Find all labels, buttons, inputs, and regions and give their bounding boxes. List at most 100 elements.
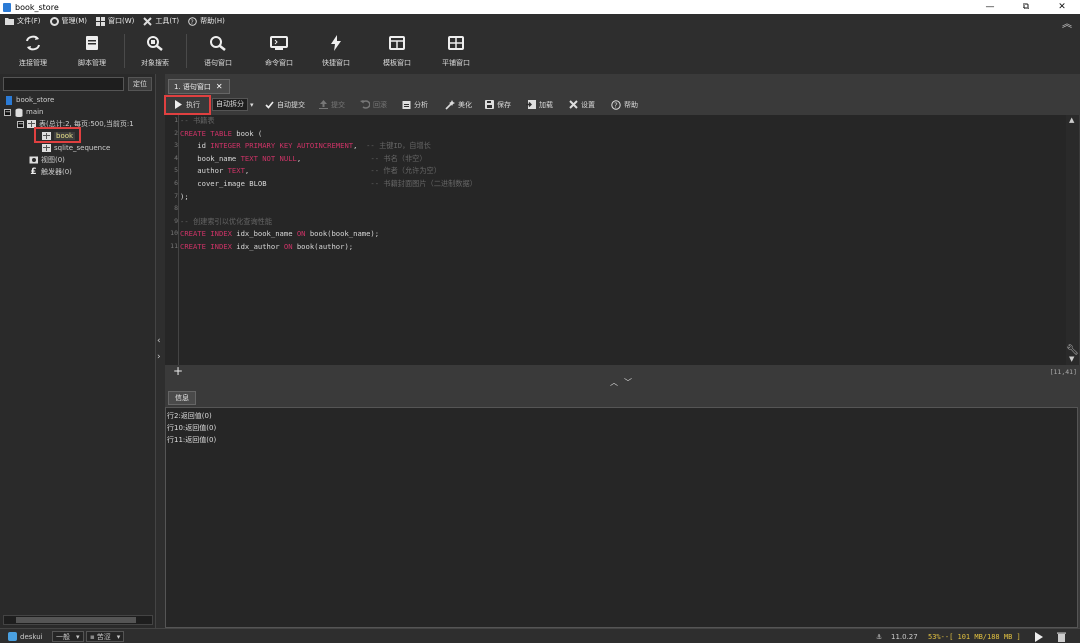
trigger-icon: £ [30, 167, 37, 177]
tree-node-main[interactable]: − main [4, 106, 44, 118]
gear-icon [49, 16, 59, 26]
gc-run-button[interactable] [1034, 631, 1044, 642]
commit-button[interactable]: 提交 [318, 97, 345, 112]
menu-manage[interactable]: 管理(M) [49, 16, 87, 26]
beautify-label: 美化 [458, 100, 472, 109]
menu-window[interactable]: 窗口(W) [96, 16, 134, 26]
collapse-icon[interactable]: − [17, 120, 24, 128]
command-window-icon [269, 34, 289, 52]
code-line: CREATE INDEX idx_book_name ON book(book_… [180, 229, 380, 239]
sql-editor[interactable]: 1 2 3 4 5 6 7 8 9 10 11 -- 书籍表 CREATE TABLE book ( … [165, 115, 1066, 365]
script-book-icon [82, 34, 102, 52]
script-manager-button[interactable]: 脚本管理 [62, 28, 122, 74]
menu-file[interactable]: 文件(F) [5, 16, 41, 26]
tree-node-triggers[interactable]: £ 触发器(0) [29, 166, 72, 178]
scroll-down-icon[interactable]: ▼ [1069, 355, 1074, 363]
commit-label: 提交 [331, 100, 345, 109]
object-search-button[interactable]: 对象搜索 [125, 28, 185, 74]
tab-info[interactable]: 信息 [168, 391, 196, 405]
info-line: 行11:返回值(0) [167, 436, 217, 444]
view-icon [29, 156, 38, 165]
load-label: 加载 [539, 100, 553, 109]
beautify-button[interactable]: 美化 [445, 97, 472, 112]
info-line: 行2:返回值(0) [167, 412, 212, 420]
quick-window-button[interactable]: 快捷窗口 [306, 28, 366, 74]
wrench-icon[interactable]: 🔧︎ [1066, 345, 1079, 356]
help-icon: ? [188, 16, 197, 26]
refresh-arrows-icon [23, 34, 43, 52]
menu-help[interactable]: ? 帮助(H) [188, 16, 225, 26]
load-button[interactable]: 加载 [526, 97, 553, 112]
magic-wand-icon [445, 99, 455, 110]
tree-node-database[interactable]: book_store [4, 94, 54, 106]
trash-button[interactable] [1057, 631, 1066, 642]
app-icon [3, 2, 11, 12]
statement-window-label: 语句窗口 [204, 59, 232, 67]
version-label: 11.0.27 [891, 632, 918, 641]
tree-triggers-label: 触发器(0) [41, 168, 72, 176]
tab-label: 1. 语句窗口 [174, 82, 211, 91]
line-number: 6 [174, 179, 178, 187]
undo-icon [360, 100, 370, 110]
execute-button-highlight [164, 95, 211, 115]
window-title: book_store [15, 2, 59, 12]
left-horizontal-scrollbar[interactable] [3, 615, 153, 625]
line-number: 4 [174, 153, 178, 162]
scope-select[interactable]: ▪ 苦涩 ▾ [86, 631, 125, 642]
line-number: 8 [174, 204, 178, 213]
collapse-left-icon[interactable]: ‹ [157, 336, 161, 346]
panel-splitter[interactable]: ‹ › [156, 74, 165, 628]
command-window-button[interactable]: 命令窗口 [249, 28, 309, 74]
template-window-label: 模板窗口 [383, 59, 411, 67]
rollback-button[interactable]: 回滚 [360, 97, 387, 112]
settings-button[interactable]: 设置 [568, 97, 595, 112]
tools-icon [568, 100, 578, 110]
folder-icon [5, 17, 14, 26]
tree-schema-label: main [26, 108, 44, 116]
close-button[interactable]: ✕ [1044, 2, 1080, 12]
restore-button[interactable]: ⧉ [1008, 2, 1044, 12]
help-button[interactable]: ? 帮助 [611, 97, 638, 112]
minimize-button[interactable]: — [972, 2, 1008, 12]
line-number: 5 [174, 166, 178, 175]
editor-vertical-scrollbar[interactable]: ▲ ▼ [1066, 115, 1079, 365]
line-number: 10 [170, 229, 178, 238]
expand-right-icon[interactable]: › [157, 352, 161, 362]
tree-node-views[interactable]: 视图(0) [29, 154, 65, 166]
save-icon [484, 100, 494, 110]
statement-window-button[interactable]: 语句窗口 [188, 28, 248, 74]
tree-node-table-sqlite-sequence[interactable]: sqlite_sequence [42, 142, 110, 154]
tile-window-button[interactable]: 平铺窗口 [426, 28, 486, 74]
template-window-icon [387, 34, 407, 52]
memory-usage[interactable]: 53%--[ 101 MB/188 MB ] [928, 631, 1021, 642]
upload-icon [318, 100, 328, 110]
scroll-up-icon[interactable]: ▲ [1069, 116, 1074, 124]
auto-split-select[interactable]: 自动拆分 ▾ [212, 97, 254, 112]
save-button[interactable]: 保存 [484, 97, 511, 112]
template-window-button[interactable]: 模板窗口 [367, 28, 427, 74]
user-label: deskui [20, 632, 43, 641]
panel-resize-arrows[interactable]: ︿﹀ [610, 377, 638, 388]
connection-manager-button[interactable]: 连接管理 [3, 28, 63, 74]
search-icon [208, 34, 228, 52]
line-number-gutter: 1 2 3 4 5 6 7 8 9 10 11 [165, 115, 179, 365]
add-statement-button[interactable]: + [173, 365, 183, 378]
close-tab-icon[interactable]: ✕ [216, 82, 223, 91]
locate-button[interactable]: 定位 [128, 77, 152, 91]
play-icon [1035, 631, 1043, 642]
chevron-down-icon: ▾ [116, 632, 121, 641]
auto-commit-checkbox[interactable]: 自动提交 [264, 97, 305, 112]
mode-select[interactable]: 一般 ▾ [52, 631, 84, 642]
menu-help-label: 帮助(H) [200, 17, 225, 25]
collapse-icon[interactable]: − [4, 108, 11, 116]
analyze-button[interactable]: 分析 [401, 97, 428, 112]
code-line: id INTEGER PRIMARY KEY AUTOINCREMENT, --… [180, 141, 431, 151]
menu-tools-label: 工具(T) [155, 17, 180, 25]
user-indicator[interactable]: deskui [8, 631, 43, 642]
locate-input[interactable] [3, 77, 124, 91]
tools-icon [143, 16, 153, 26]
tab-statement-window[interactable]: 1. 语句窗口 ✕ [168, 79, 230, 94]
scrollbar-thumb[interactable] [16, 617, 136, 623]
menu-tools[interactable]: 工具(T) [143, 16, 179, 26]
help-label: 帮助 [624, 100, 638, 109]
